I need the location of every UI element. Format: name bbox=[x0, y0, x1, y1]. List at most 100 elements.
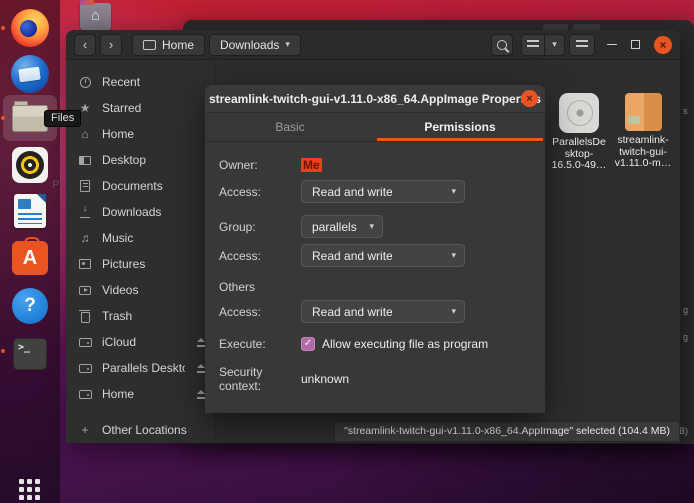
selection-status-bar: "streamlink-twitch-gui-v1.11.0-x86_64.Ap… bbox=[334, 421, 680, 442]
group-access-dropdown[interactable]: Read and write ▾ bbox=[301, 244, 465, 267]
back-icon: ‹ bbox=[83, 37, 87, 52]
group-access-label: Access: bbox=[219, 249, 301, 263]
libreoffice-writer-icon bbox=[14, 194, 46, 228]
sidebar-item-home-drive[interactable]: Home bbox=[66, 381, 214, 407]
dialog-titlebar[interactable]: streamlink-twitch-gui-v1.11.0-x86_64.App… bbox=[205, 85, 545, 113]
dock-item-libreoffice-writer[interactable] bbox=[10, 191, 50, 231]
dialog-title: streamlink-twitch-gui-v1.11.0-x86_64.App… bbox=[209, 92, 541, 106]
others-access-value: Read and write bbox=[312, 305, 393, 319]
computer-icon bbox=[143, 40, 156, 50]
owner-access-dropdown[interactable]: Read and write ▾ bbox=[301, 180, 465, 203]
others-access-label: Access: bbox=[219, 305, 301, 319]
thunderbird-icon bbox=[11, 55, 49, 93]
sidebar-item-icloud[interactable]: iCloud bbox=[66, 329, 214, 355]
sidebar-item-home[interactable]: ⌂Home bbox=[66, 121, 214, 147]
execute-label: Execute: bbox=[219, 337, 301, 351]
dock: A ? >_ bbox=[0, 0, 60, 503]
rhythmbox-icon bbox=[12, 147, 48, 183]
group-value: parallels bbox=[312, 220, 357, 234]
drive-icon bbox=[79, 390, 92, 399]
group-access-row: Access: Read and write ▾ bbox=[219, 244, 531, 267]
dock-item-rhythmbox[interactable] bbox=[10, 145, 50, 185]
list-view-icon bbox=[527, 40, 539, 49]
sidebar-item-desktop[interactable]: Desktop bbox=[66, 147, 214, 173]
execute-checkbox[interactable]: ✓ bbox=[301, 337, 315, 351]
security-context-label: Security context: bbox=[219, 365, 301, 393]
others-heading: Others bbox=[219, 280, 531, 294]
show-applications-button[interactable] bbox=[10, 470, 50, 503]
execute-option-label: Allow executing file as program bbox=[322, 337, 488, 351]
sidebar-item-trash[interactable]: Trash bbox=[66, 303, 214, 329]
view-options-button[interactable]: ▾ bbox=[545, 34, 565, 56]
chevron-down-icon: ▾ bbox=[451, 306, 456, 317]
owner-value: Me bbox=[301, 158, 322, 172]
group-access-value: Read and write bbox=[312, 249, 393, 263]
tab-permissions[interactable]: Permissions bbox=[375, 113, 545, 141]
sidebar-item-music[interactable]: ♫Music bbox=[66, 225, 214, 251]
dialog-close-button[interactable]: × bbox=[521, 90, 538, 107]
group-row: Group: parallels ▾ bbox=[219, 215, 531, 238]
others-access-row: Access: Read and write ▾ bbox=[219, 300, 531, 323]
dock-item-thunderbird[interactable] bbox=[10, 54, 50, 94]
tab-basic[interactable]: Basic bbox=[205, 113, 375, 141]
files-sidebar: Recent ★Starred ⌂Home Desktop Documents … bbox=[66, 61, 215, 443]
background-window-text-fragment: g bbox=[683, 332, 688, 342]
sidebar-item-pictures[interactable]: Pictures bbox=[66, 251, 214, 277]
home-icon: ⌂ bbox=[78, 127, 92, 141]
maximize-button[interactable] bbox=[631, 40, 640, 49]
owner-access-row: Access: Read and write ▾ bbox=[219, 180, 531, 203]
sidebar-item-videos[interactable]: Videos bbox=[66, 277, 214, 303]
security-context-row: Security context: unknown bbox=[219, 365, 531, 393]
forward-button[interactable]: › bbox=[100, 34, 122, 56]
minimize-button[interactable] bbox=[607, 44, 617, 46]
video-icon bbox=[79, 286, 91, 295]
owner-label: Owner: bbox=[219, 158, 301, 172]
others-access-dropdown[interactable]: Read and write ▾ bbox=[301, 300, 465, 323]
close-button[interactable]: × bbox=[654, 36, 672, 54]
group-label: Group: bbox=[219, 220, 301, 234]
dock-item-ubuntu-software[interactable]: A bbox=[10, 238, 50, 278]
path-home-button[interactable]: Home bbox=[132, 34, 205, 56]
execute-row: Execute: ✓ Allow executing file as progr… bbox=[219, 337, 531, 351]
search-icon bbox=[497, 40, 507, 50]
owner-row: Owner: Me bbox=[219, 158, 531, 172]
dock-item-firefox[interactable] bbox=[10, 8, 50, 48]
file-label-line: 16.5.0-49… bbox=[543, 160, 615, 172]
desktop-home-folder-icon[interactable] bbox=[80, 3, 111, 30]
files-titlebar[interactable]: ‹ › Home Downloads ▾ ▾ × bbox=[66, 30, 680, 60]
background-window-text-fragment: g bbox=[683, 305, 688, 315]
list-view-button[interactable] bbox=[521, 34, 545, 56]
background-window-text-fragment: B) bbox=[679, 426, 688, 436]
sidebar-item-parallels-desktop[interactable]: Parallels Desktop 16 bbox=[66, 355, 214, 381]
chevron-down-icon: ▾ bbox=[451, 186, 456, 197]
drive-icon bbox=[79, 338, 92, 347]
view-toggle-group: ▾ bbox=[521, 34, 565, 56]
sidebar-item-downloads[interactable]: Downloads bbox=[66, 199, 214, 225]
dock-item-help[interactable]: ? bbox=[10, 286, 50, 326]
appimage-package-icon bbox=[625, 93, 662, 131]
file-label-line: streamlink- bbox=[607, 135, 679, 147]
window-controls: × bbox=[607, 36, 672, 54]
sidebar-item-recent[interactable]: Recent bbox=[66, 69, 214, 95]
chevron-down-icon: ▾ bbox=[552, 39, 557, 50]
search-button[interactable] bbox=[491, 34, 513, 56]
file-item-parallels-desktop[interactable]: ParallelsDe sktop- 16.5.0-49… bbox=[543, 93, 615, 172]
file-label-line: v1.11.0-m… bbox=[607, 158, 679, 170]
app-grid-icon bbox=[19, 479, 41, 501]
sidebar-item-starred[interactable]: ★Starred bbox=[66, 95, 214, 121]
clock-icon bbox=[80, 77, 91, 88]
group-dropdown[interactable]: parallels ▾ bbox=[301, 215, 383, 238]
path-downloads-button[interactable]: Downloads ▾ bbox=[209, 34, 301, 56]
file-item-streamlink-appimage[interactable]: streamlink- twitch-gui- v1.11.0-m… bbox=[607, 93, 679, 170]
sidebar-item-other-locations[interactable]: +Other Locations bbox=[66, 417, 214, 443]
ubuntu-desktop: P s g g B) ‹ › Home Downloads ▾ ▾ bbox=[0, 0, 694, 503]
properties-dialog: streamlink-twitch-gui-v1.11.0-x86_64.App… bbox=[205, 85, 545, 413]
back-button[interactable]: ‹ bbox=[74, 34, 96, 56]
dock-item-terminal[interactable]: >_ bbox=[10, 334, 50, 374]
hamburger-icon bbox=[576, 40, 588, 49]
path-home-label: Home bbox=[162, 38, 194, 52]
sidebar-item-documents[interactable]: Documents bbox=[66, 173, 214, 199]
forward-icon: › bbox=[109, 37, 113, 52]
menu-button[interactable] bbox=[569, 34, 595, 56]
background-window-text-fragment: s bbox=[683, 106, 688, 116]
